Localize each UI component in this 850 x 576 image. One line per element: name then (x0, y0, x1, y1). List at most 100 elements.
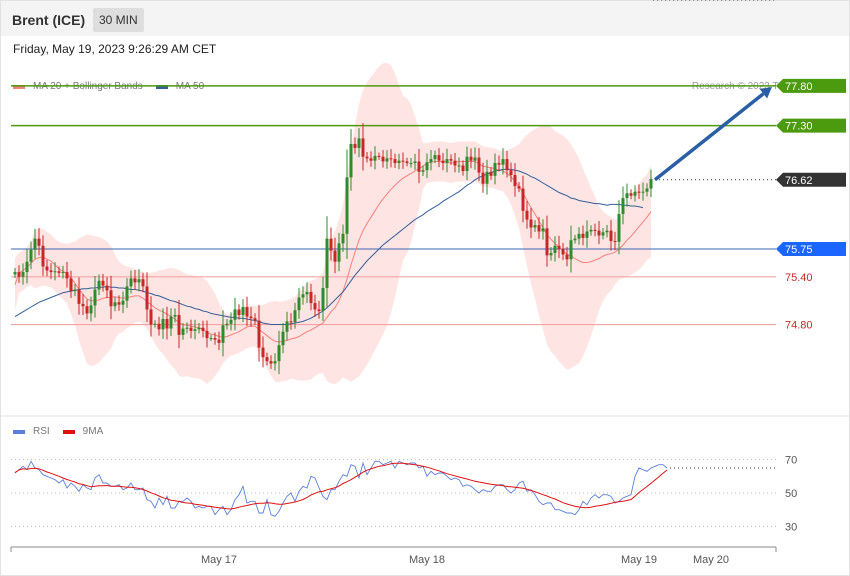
candle-body (221, 325, 225, 343)
candle-body (417, 161, 421, 172)
candle-body (561, 248, 565, 255)
candle-body (329, 238, 333, 251)
candle-body (301, 294, 305, 298)
candle-body (285, 321, 289, 332)
candle-body (489, 171, 493, 176)
candle-body (317, 309, 321, 312)
candle-body (153, 323, 157, 325)
candle-body (425, 162, 429, 171)
candle-body (485, 171, 489, 184)
candle-body (129, 278, 133, 287)
candle-body (73, 289, 77, 292)
candle-body (97, 280, 101, 290)
rsi-line (14, 460, 668, 517)
time-axis: May 17 May 18 May 19 May 20 (10, 546, 777, 566)
candle-body (585, 231, 589, 238)
candle-body (277, 345, 281, 362)
bollinger-band (15, 62, 651, 384)
candle-body (17, 272, 21, 277)
candle-body (441, 160, 445, 164)
candle-body (477, 157, 481, 173)
candle-body (269, 361, 273, 364)
candle-body (621, 198, 625, 214)
candle-body (21, 272, 25, 277)
pivot-label: 75.75 (785, 244, 813, 256)
candle-body (641, 191, 645, 193)
price-label-layer: 77.80 77.30 76.62 75.75 75.40 74.80 (653, 78, 846, 332)
candle-body (545, 228, 549, 256)
candle-body (137, 279, 141, 283)
candle-body (625, 193, 629, 199)
candle-body (461, 165, 465, 172)
candle-body (101, 280, 105, 286)
candle-body (505, 159, 509, 171)
candle-body (393, 159, 397, 164)
candle-body (449, 159, 453, 161)
candle-body (349, 143, 353, 178)
candle-body (25, 261, 29, 273)
candle-body (469, 156, 473, 161)
candle-body (93, 289, 97, 306)
candle-body (637, 191, 641, 193)
candle-body (149, 309, 153, 325)
candle-body (557, 245, 561, 249)
candle-body (421, 170, 425, 172)
resistance-label: 77.30 (785, 121, 813, 133)
candle-body (201, 327, 205, 331)
rsi-layer: 70 50 30 (11, 455, 797, 533)
candle-body (589, 229, 593, 232)
projection-arrow (653, 92, 765, 182)
candle-body (549, 252, 553, 256)
candle-body (273, 361, 277, 364)
candle-body (133, 278, 137, 283)
candle-body (141, 279, 145, 287)
candle-body (601, 232, 605, 236)
time-tick-label: May 18 (409, 554, 445, 566)
candle-body (593, 229, 597, 231)
candle-body (61, 272, 65, 274)
candle-body (321, 287, 325, 312)
candle-body (65, 272, 69, 279)
candle-body (617, 213, 621, 242)
support-label: 74.80 (785, 320, 813, 332)
resistance-label: 77.80 (785, 81, 813, 93)
candle-body (357, 138, 361, 148)
candle-body (157, 323, 161, 330)
candle-body (213, 338, 217, 340)
candle-body (237, 309, 241, 315)
candle-body (361, 138, 365, 157)
candle-body (613, 241, 617, 243)
last-price-label: 76.62 (785, 175, 813, 187)
candle-body (465, 156, 469, 172)
candle-body (597, 230, 601, 236)
candle-body (77, 289, 81, 304)
candle-body (197, 327, 201, 330)
candle-body (241, 307, 245, 315)
candle-body (309, 291, 313, 304)
candle-body (257, 320, 261, 348)
candle-body (233, 309, 237, 320)
candle-body (13, 272, 17, 275)
candle-body (409, 163, 413, 165)
candle-body (41, 245, 45, 267)
time-tick-label: May 19 (621, 554, 657, 566)
rsi-tick-label: 30 (785, 521, 797, 533)
candle-body (509, 170, 513, 175)
candle-body (497, 163, 501, 165)
candle-body (53, 271, 57, 273)
candle-body (29, 249, 33, 262)
candle-body (493, 163, 497, 176)
candle-body (453, 160, 457, 166)
candle-body (281, 331, 285, 346)
candle-body (501, 159, 505, 165)
candle-body (353, 143, 357, 148)
candle-body (517, 186, 521, 189)
candle-body (181, 328, 185, 335)
candle-body (445, 159, 449, 164)
rsi-tick-label: 70 (785, 455, 797, 467)
candle-body (293, 310, 297, 323)
candle-body (529, 219, 533, 228)
candle-body (645, 188, 649, 192)
candle-body (581, 233, 585, 238)
candle-body (569, 240, 573, 260)
